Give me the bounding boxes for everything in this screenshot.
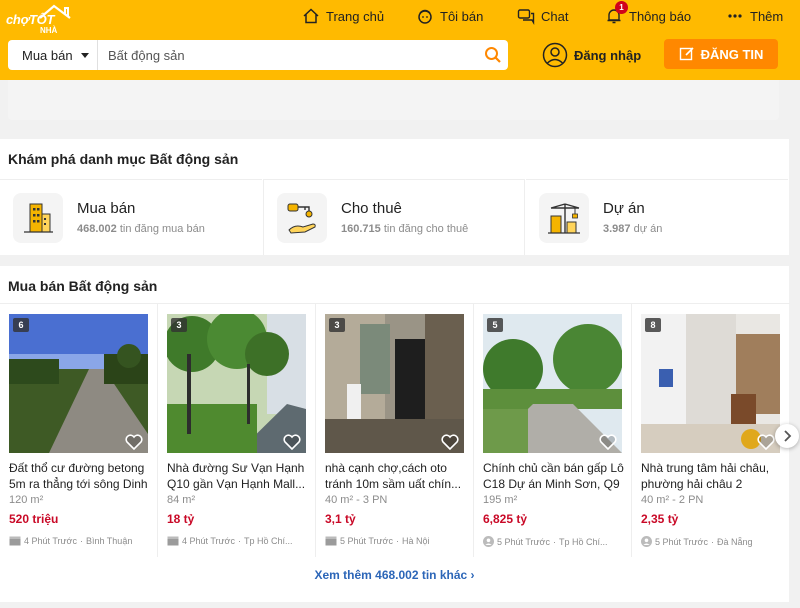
login-button[interactable]: Đăng nhập: [542, 42, 641, 68]
nav-seller-label: Tôi bán: [440, 8, 484, 24]
nav-notifications-label: Thông báo: [629, 8, 692, 24]
photo-count-badge: 3: [171, 318, 187, 332]
nav-more-label: Thêm: [750, 8, 784, 24]
category-section-title: Khám phá danh mục Bất động sản: [8, 151, 239, 167]
logo-text: chợTỐT: [6, 12, 55, 27]
listing-meta: 84 m²: [167, 494, 196, 506]
heart-icon[interactable]: [757, 434, 775, 450]
listing-title[interactable]: Chính chủ cần bán gấp Lô C18 Dự án Minh …: [483, 460, 625, 492]
nav-seller[interactable]: Tôi bán: [416, 6, 483, 26]
category-card-cho-thue[interactable]: Cho thuê 160.715 tin đăng cho thuê: [263, 179, 525, 255]
listing-meta: 40 m² - 3 PN: [325, 494, 388, 506]
home-icon: [303, 8, 319, 24]
shop-icon: [325, 536, 337, 546]
listing-footer: 5 Phút Trước · Tp Hồ Chí...: [483, 536, 625, 547]
listing-meta: 40 m² - 2 PN: [641, 494, 704, 506]
category-count: 468.002 tin đăng mua bán: [77, 223, 205, 235]
search-bar: Mua bán: [8, 40, 508, 70]
chat-icon: [517, 9, 535, 25]
cho-tot-nha-logo[interactable]: chợTỐT NHÀ: [6, 4, 78, 35]
key-hand-icon: [277, 192, 327, 243]
nav-home[interactable]: Trang chủ: [302, 6, 384, 26]
caret-down-icon: [81, 53, 89, 58]
listing-title[interactable]: Đất thổ cư đường betong 5m ra thẳng tới …: [9, 460, 151, 492]
edit-icon: [679, 47, 694, 61]
post-ad-button[interactable]: ĐĂNG TIN: [664, 39, 778, 69]
category-count: 160.715 tin đăng cho thuê: [341, 223, 469, 235]
user-avatar-icon: [542, 42, 568, 68]
crane-icon: [539, 192, 589, 243]
listing-card[interactable]: 6 Đất thổ cư đường betong 5m ra thẳng tớ…: [0, 303, 158, 557]
listing-title[interactable]: nhà cạnh chợ,cách oto tránh 10m sầm uất …: [325, 460, 467, 492]
category-card-du-an[interactable]: Dự án 3.987 dự án: [526, 179, 788, 255]
listing-price: 2,35 tỷ: [641, 512, 679, 526]
listing-meta: 195 m²: [483, 494, 518, 506]
search-button[interactable]: [478, 40, 508, 70]
listing-photo: 5: [483, 314, 622, 453]
listing-photo: 6: [9, 314, 148, 453]
carousel-next-button[interactable]: [775, 424, 799, 448]
search-category-select[interactable]: Mua bán: [8, 40, 98, 70]
user-icon: [483, 536, 494, 547]
category-name: Dự án: [603, 200, 645, 217]
photo-count-badge: 6: [13, 318, 29, 332]
listing-footer: 5 Phút Trước · Hà Nội: [325, 536, 467, 546]
nav-chat-label: Chat: [541, 8, 569, 24]
listing-card[interactable]: 3 nhà cạnh chợ,cách oto tránh 10m sầm uấ…: [316, 303, 474, 557]
listing-photo: 8: [641, 314, 780, 453]
logo-subtext: NHÀ: [40, 26, 58, 35]
search-input[interactable]: [98, 47, 478, 63]
shop-icon: [167, 536, 179, 546]
heart-icon[interactable]: [441, 434, 459, 450]
listing-price: 18 tỷ: [167, 512, 195, 526]
building-icon: [13, 192, 63, 243]
chevron-right-icon: [784, 430, 792, 442]
listing-title[interactable]: Nhà trung tâm hải châu, phường hải châu …: [641, 460, 783, 492]
category-name: Cho thuê: [341, 200, 402, 217]
category-name: Mua bán: [77, 200, 136, 217]
shop-icon: [9, 536, 21, 546]
search-icon: [485, 47, 501, 63]
listing-photo: 3: [167, 314, 306, 453]
listing-meta: 120 m²: [9, 494, 44, 506]
more-icon: [728, 14, 742, 18]
banner-placeholder: [8, 80, 779, 120]
category-card-mua-ban[interactable]: Mua bán 468.002 tin đăng mua bán: [0, 179, 262, 255]
top-header: chợTỐT NHÀ Trang chủ Tôi bán Chat 1 Thôn…: [0, 0, 800, 80]
photo-count-badge: 3: [329, 318, 345, 332]
listing-footer: 5 Phút Trước · Đà Nẵng: [641, 536, 783, 547]
listing-photo: 3: [325, 314, 464, 453]
user-icon: [641, 536, 652, 547]
notification-badge: 1: [615, 1, 628, 14]
listing-title[interactable]: Nhà đường Sư Vạn Hạnh Q10 gần Vạn Hạnh M…: [167, 460, 309, 492]
nav-more[interactable]: Thêm: [726, 6, 783, 26]
nav-chat[interactable]: Chat: [517, 6, 568, 26]
seller-icon: [418, 9, 432, 24]
heart-icon[interactable]: [125, 434, 143, 450]
nav-notifications[interactable]: 1 Thông báo: [605, 1, 692, 26]
chevron-right-icon: ›: [470, 568, 475, 582]
listing-section: Mua bán Bất động sản 6 Đất thổ cư đường …: [0, 266, 790, 602]
photo-count-badge: 5: [487, 318, 503, 332]
photo-count-badge: 8: [645, 318, 661, 332]
heart-icon[interactable]: [599, 434, 617, 450]
listing-price: 520 triệu: [9, 512, 59, 526]
listing-card[interactable]: 8 Nhà trung tâm hải châu, phường hải châ…: [632, 303, 790, 557]
listing-price: 6,825 tỷ: [483, 512, 528, 526]
heart-icon[interactable]: [283, 434, 301, 450]
nav-home-label: Trang chủ: [326, 8, 385, 24]
login-label: Đăng nhập: [574, 47, 642, 63]
search-category-label: Mua bán: [22, 47, 73, 63]
see-more-link[interactable]: Xem thêm 468.002 tin khác ›: [0, 568, 789, 582]
category-section: Khám phá danh mục Bất động sản Mua bán 4…: [0, 139, 789, 255]
listing-section-title: Mua bán Bất động sản: [8, 278, 158, 294]
listing-price: 3,1 tỷ: [325, 512, 356, 526]
listing-card[interactable]: 5 Chính chủ cần bán gấp Lô C18 Dự án Min…: [474, 303, 632, 557]
listing-footer: 4 Phút Trước · Bình Thuận: [9, 536, 151, 546]
listing-card[interactable]: 3 Nhà đường Sư Vạn Hạnh Q10 gần Vạn Hạnh…: [158, 303, 316, 557]
category-count: 3.987 dự án: [603, 223, 663, 235]
post-ad-label: ĐĂNG TIN: [700, 46, 764, 62]
listing-footer: 4 Phút Trước · Tp Hồ Chí...: [167, 536, 309, 546]
